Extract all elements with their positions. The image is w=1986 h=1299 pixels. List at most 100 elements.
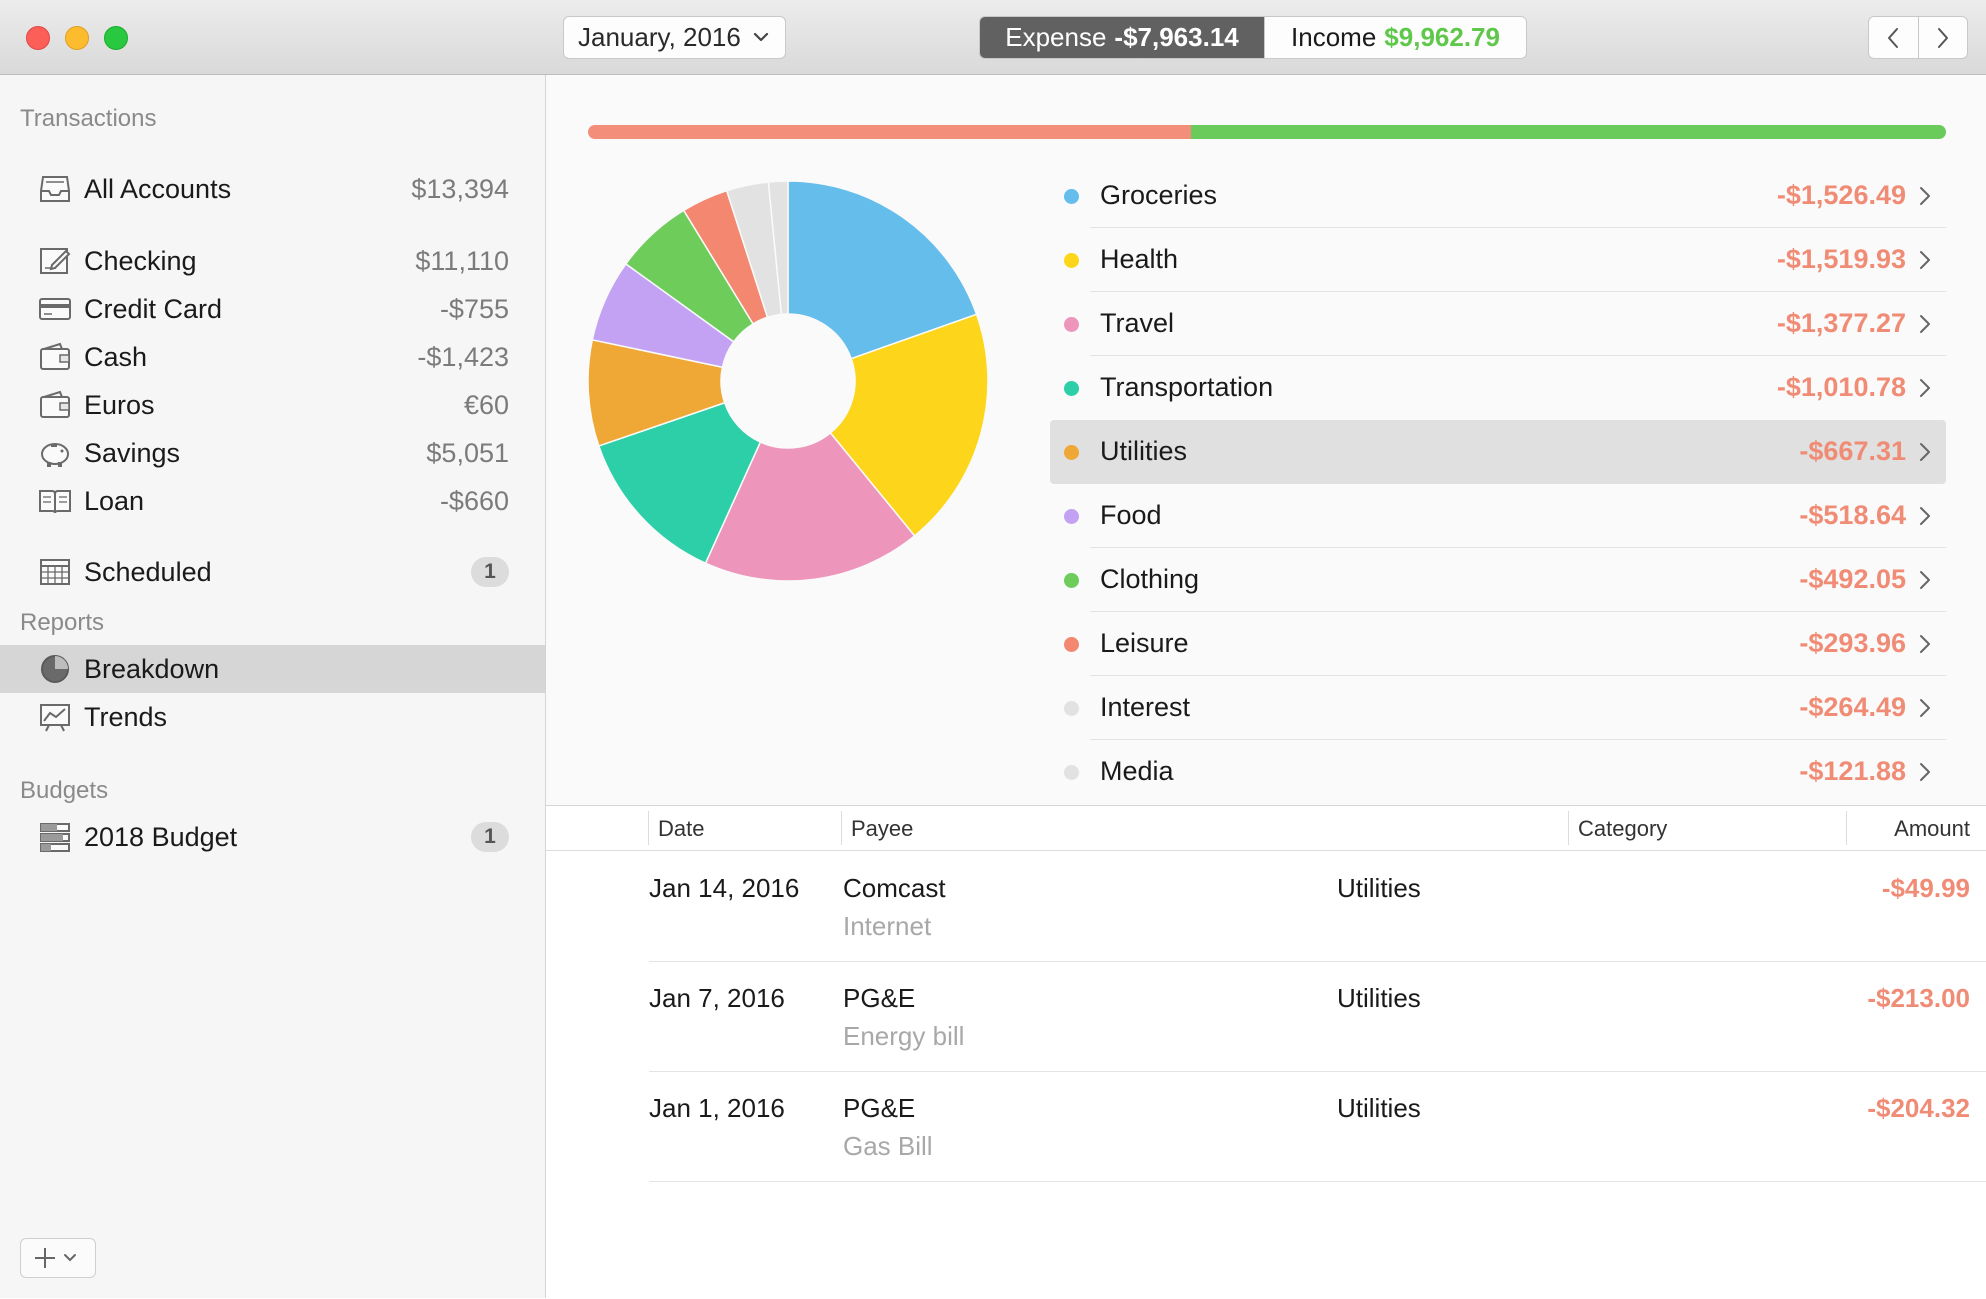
column-header-payee[interactable]: Payee bbox=[851, 816, 913, 842]
chevron-right-icon bbox=[1920, 315, 1930, 333]
expense-ratio-fill bbox=[588, 125, 1191, 139]
column-separator bbox=[648, 811, 649, 845]
category-name: Transportation bbox=[1100, 372, 1274, 402]
column-separator bbox=[1846, 811, 1847, 845]
category-name: Clothing bbox=[1100, 564, 1200, 594]
category-row-groceries[interactable]: Groceries -$1,526.49 bbox=[1050, 164, 1946, 228]
zoom-window-button[interactable] bbox=[104, 26, 128, 50]
sidebar-item-label: Checking bbox=[84, 245, 197, 276]
month-select[interactable]: January, 2016 bbox=[563, 16, 786, 59]
close-window-button[interactable] bbox=[26, 26, 50, 50]
category-list: Groceries -$1,526.49 Health -$1,519.93 Trave… bbox=[1050, 164, 1946, 804]
income-segment[interactable]: Income $9,962.79 bbox=[1264, 17, 1526, 58]
transaction-memo: Energy bill bbox=[843, 1021, 965, 1051]
minimize-window-button[interactable] bbox=[65, 26, 89, 50]
category-color-dot bbox=[1064, 637, 1079, 652]
category-color-dot bbox=[1064, 445, 1079, 460]
category-name: Health bbox=[1100, 244, 1179, 274]
category-color-dot bbox=[1064, 189, 1079, 204]
sidebar-item-balance: $11,110 bbox=[415, 245, 509, 276]
pie-chart-icon bbox=[41, 655, 69, 683]
wallet-icon bbox=[40, 390, 70, 418]
category-row-media[interactable]: Media -$121.88 bbox=[1050, 740, 1946, 804]
category-amount: -$492.05 bbox=[1799, 564, 1906, 594]
category-row-clothing[interactable]: Clothing -$492.05 bbox=[1050, 548, 1946, 612]
sidebar-item-cash[interactable]: Cash -$1,423 bbox=[0, 333, 545, 381]
category-color-dot bbox=[1064, 573, 1079, 588]
sidebar-item-scheduled[interactable]: Scheduled 1 bbox=[0, 548, 545, 596]
chevron-right-icon bbox=[1920, 379, 1930, 397]
sidebar-item-label: Trends bbox=[84, 701, 168, 732]
chevron-right-icon bbox=[1920, 635, 1930, 653]
sidebar-item-savings[interactable]: Savings $5,051 bbox=[0, 429, 545, 477]
column-header-category[interactable]: Category bbox=[1578, 816, 1667, 842]
sidebar-item-label: Cash bbox=[84, 341, 148, 372]
sidebar-item-breakdown[interactable]: Breakdown bbox=[0, 645, 545, 693]
chevron-right-icon bbox=[1920, 187, 1930, 205]
transaction-date: Jan 7, 2016 bbox=[649, 983, 785, 1013]
category-amount: -$518.64 bbox=[1799, 500, 1906, 530]
expense-income-ratio-bar bbox=[588, 125, 1946, 139]
sidebar-item-2018-budget[interactable]: 2018 Budget 1 bbox=[0, 813, 545, 861]
chevron-left-icon bbox=[1888, 27, 1899, 48]
category-row-utilities[interactable]: Utilities -$667.31 bbox=[1050, 420, 1946, 484]
category-amount: -$264.49 bbox=[1799, 692, 1906, 722]
category-name: Utilities bbox=[1100, 436, 1188, 466]
category-row-transportation[interactable]: Transportation -$1,010.78 bbox=[1050, 356, 1946, 420]
category-color-dot bbox=[1064, 765, 1079, 780]
category-name: Media bbox=[1100, 756, 1174, 786]
inbox-icon bbox=[40, 176, 70, 202]
category-color-dot bbox=[1064, 253, 1079, 268]
table-row[interactable]: Jan 1, 2016 PG&E Gas Bill Utilities -$20… bbox=[649, 1071, 1986, 1182]
category-row-health[interactable]: Health -$1,519.93 bbox=[1050, 228, 1946, 292]
period-nav bbox=[1868, 16, 1968, 59]
column-header-amount[interactable]: Amount bbox=[1894, 816, 1970, 842]
transaction-payee: Comcast bbox=[843, 873, 946, 903]
transaction-amount: -$213.00 bbox=[1867, 983, 1970, 1013]
expense-segment[interactable]: Expense -$7,963.14 bbox=[980, 17, 1264, 58]
category-color-dot bbox=[1064, 701, 1079, 716]
category-amount: -$667.31 bbox=[1799, 436, 1906, 466]
category-row-food[interactable]: Food -$518.64 bbox=[1050, 484, 1946, 548]
sidebar-item-balance: -$755 bbox=[439, 293, 509, 324]
transaction-date: Jan 14, 2016 bbox=[649, 873, 800, 903]
chevron-right-icon bbox=[1920, 571, 1930, 589]
plus-chevron-icon bbox=[35, 1248, 76, 1268]
category-color-dot bbox=[1064, 509, 1079, 524]
sidebar-item-euros[interactable]: Euros €60 bbox=[0, 381, 545, 429]
sidebar-item-trends[interactable]: Trends bbox=[0, 693, 545, 741]
chevron-down-icon bbox=[753, 32, 769, 42]
sidebar-item-all-accounts[interactable]: All Accounts $13,394 bbox=[0, 165, 545, 213]
category-row-leisure[interactable]: Leisure -$293.96 bbox=[1050, 612, 1946, 676]
category-amount: -$121.88 bbox=[1799, 756, 1906, 786]
add-menu-button[interactable] bbox=[20, 1238, 96, 1278]
column-separator bbox=[841, 811, 842, 845]
sidebar-item-balance: $13,394 bbox=[411, 173, 509, 204]
table-row[interactable]: Jan 7, 2016 PG&E Energy bill Utilities -… bbox=[649, 961, 1986, 1072]
sidebar-item-balance: -$1,423 bbox=[417, 341, 509, 372]
category-name: Travel bbox=[1100, 308, 1175, 338]
sidebar-item-label: Loan bbox=[84, 485, 145, 516]
breakdown-report: Groceries -$1,526.49 Health -$1,519.93 Trave… bbox=[546, 75, 1986, 1299]
table-header: Date Payee Category Amount bbox=[546, 806, 1986, 851]
category-row-travel[interactable]: Travel -$1,377.27 bbox=[1050, 292, 1946, 356]
expense-total: -$7,963.14 bbox=[1114, 22, 1239, 52]
column-header-date[interactable]: Date bbox=[658, 816, 704, 842]
category-name: Leisure bbox=[1100, 628, 1189, 658]
previous-period-button[interactable] bbox=[1869, 17, 1918, 58]
sidebar-item-loan[interactable]: Loan -$660 bbox=[0, 477, 545, 525]
category-name: Interest bbox=[1100, 692, 1191, 722]
sidebar-item-label: Euros bbox=[84, 389, 155, 420]
income-label: Income bbox=[1291, 22, 1377, 52]
category-color-dot bbox=[1064, 381, 1079, 396]
table-row[interactable]: Jan 14, 2016 Comcast Internet Utilities … bbox=[649, 851, 1986, 962]
sidebar-item-checking[interactable]: Checking $11,110 bbox=[0, 237, 545, 285]
next-period-button[interactable] bbox=[1917, 17, 1968, 58]
checkbook-icon bbox=[40, 248, 71, 274]
piggy-bank-icon bbox=[41, 443, 69, 467]
category-row-interest[interactable]: Interest -$264.49 bbox=[1050, 676, 1946, 740]
category-amount: -$1,526.49 bbox=[1776, 180, 1906, 210]
transaction-amount: -$204.32 bbox=[1867, 1093, 1970, 1123]
transaction-category: Utilities bbox=[1337, 983, 1421, 1013]
sidebar-item-credit-card[interactable]: Credit Card -$755 bbox=[0, 285, 545, 333]
